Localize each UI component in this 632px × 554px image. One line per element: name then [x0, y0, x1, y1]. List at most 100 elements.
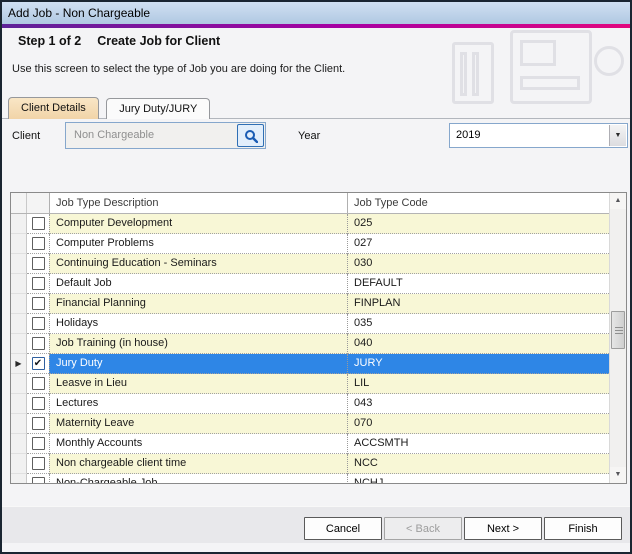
job-type-code-cell[interactable]: NCHJ: [347, 474, 609, 483]
checkbox-icon[interactable]: [32, 437, 45, 450]
add-job-dialog: Add Job - Non Chargeable Step 1 of 2Crea…: [0, 0, 632, 554]
job-type-description-cell[interactable]: Lectures: [49, 394, 347, 414]
job-type-code-cell[interactable]: 030: [347, 254, 609, 274]
job-type-code-cell[interactable]: ACCSMTH: [347, 434, 609, 454]
checkbox-icon[interactable]: [32, 237, 45, 250]
column-header-code[interactable]: Job Type Code: [347, 193, 609, 213]
client-search-button[interactable]: [237, 124, 264, 147]
current-row-indicator-icon: ▶: [11, 354, 27, 374]
binder-icon: [460, 52, 467, 96]
table-row[interactable]: Holidays035: [11, 314, 609, 334]
checkbox-icon[interactable]: [32, 317, 45, 330]
checkbox-icon[interactable]: [32, 477, 45, 483]
table-row[interactable]: Non-Chargeable JobNCHJ: [11, 474, 609, 483]
job-type-code-cell[interactable]: DEFAULT: [347, 274, 609, 294]
row-checkbox-cell[interactable]: [27, 294, 49, 314]
table-row[interactable]: ▶ ✔ Jury DutyJURY: [11, 354, 609, 374]
row-checkbox-cell[interactable]: [27, 454, 49, 474]
row-checkbox-cell[interactable]: [27, 254, 49, 274]
checkbox-icon[interactable]: [32, 397, 45, 410]
checkbox-icon[interactable]: [32, 337, 45, 350]
job-type-description-cell[interactable]: Continuing Education - Seminars: [49, 254, 347, 274]
job-type-description-cell[interactable]: Maternity Leave: [49, 414, 347, 434]
job-type-description-cell[interactable]: Computer Development: [49, 214, 347, 234]
checkbox-icon[interactable]: [32, 217, 45, 230]
job-type-description-cell[interactable]: Financial Planning: [49, 294, 347, 314]
finish-button[interactable]: Finish: [544, 517, 622, 540]
table-row[interactable]: Leasve in LieuLIL: [11, 374, 609, 394]
dialog-content: Step 1 of 2Create Job for Client Use thi…: [2, 28, 630, 552]
job-type-description-cell[interactable]: Non-Chargeable Job: [49, 474, 347, 483]
scrollbar-thumb[interactable]: [611, 311, 625, 349]
row-checkbox-cell[interactable]: [27, 334, 49, 354]
table-row[interactable]: Maternity Leave070: [11, 414, 609, 434]
table-row[interactable]: Financial PlanningFINPLAN: [11, 294, 609, 314]
vertical-scrollbar[interactable]: ▲ ▼: [609, 193, 626, 483]
table-row[interactable]: Continuing Education - Seminars030: [11, 254, 609, 274]
checkbox-icon[interactable]: [32, 377, 45, 390]
client-field[interactable]: Non Chargeable: [65, 122, 266, 149]
job-type-code-cell[interactable]: 035: [347, 314, 609, 334]
job-type-code-cell[interactable]: LIL: [347, 374, 609, 394]
column-header-description[interactable]: Job Type Description: [49, 193, 347, 213]
row-indicator-cell: [11, 474, 27, 483]
job-type-description-cell[interactable]: Holidays: [49, 314, 347, 334]
row-checkbox-cell[interactable]: [27, 214, 49, 234]
job-type-code-cell[interactable]: FINPLAN: [347, 294, 609, 314]
checkbox-icon[interactable]: [32, 417, 45, 430]
job-type-code-cell[interactable]: 025: [347, 214, 609, 234]
row-checkbox-cell[interactable]: [27, 314, 49, 334]
job-type-code-cell[interactable]: NCC: [347, 454, 609, 474]
title-bar[interactable]: Add Job - Non Chargeable: [2, 2, 630, 24]
job-type-code-cell[interactable]: 040: [347, 334, 609, 354]
screen-icon: [520, 40, 556, 66]
cancel-button[interactable]: Cancel: [304, 517, 382, 540]
table-row[interactable]: Default JobDEFAULT: [11, 274, 609, 294]
checkbox-icon[interactable]: [32, 277, 45, 290]
tab-jury-duty[interactable]: Jury Duty/JURY: [106, 98, 210, 119]
row-checkbox-cell[interactable]: [27, 374, 49, 394]
row-checkbox-cell[interactable]: [27, 394, 49, 414]
row-checkbox-cell[interactable]: [27, 474, 49, 483]
job-type-description-cell[interactable]: Computer Problems: [49, 234, 347, 254]
job-type-description-cell[interactable]: Leasve in Lieu: [49, 374, 347, 394]
back-button[interactable]: < Back: [384, 517, 462, 540]
job-type-description-cell[interactable]: Non chargeable client time: [49, 454, 347, 474]
job-type-grid: Job Type Description Job Type Code Compu…: [10, 192, 627, 484]
job-type-description-cell[interactable]: Jury Duty: [49, 354, 347, 374]
row-indicator-cell: [11, 254, 27, 274]
scroll-down-button[interactable]: ▼: [610, 467, 626, 483]
table-row[interactable]: Computer Development025: [11, 214, 609, 234]
job-type-code-cell[interactable]: 070: [347, 414, 609, 434]
row-checkbox-cell[interactable]: [27, 434, 49, 454]
row-checkbox-cell[interactable]: [27, 234, 49, 254]
row-checkbox-cell[interactable]: ✔: [27, 354, 49, 374]
job-type-description-cell[interactable]: Default Job: [49, 274, 347, 294]
arrow-down-icon: ▼: [615, 471, 622, 478]
scroll-up-button[interactable]: ▲: [610, 193, 626, 209]
row-indicator-cell: [11, 454, 27, 474]
next-button[interactable]: Next >: [464, 517, 542, 540]
checkbox-checked-icon[interactable]: ✔: [32, 357, 45, 370]
year-dropdown[interactable]: 2019 ▼: [449, 123, 628, 148]
job-type-code-cell[interactable]: 043: [347, 394, 609, 414]
row-checkbox-cell[interactable]: [27, 414, 49, 434]
clock-icon: [594, 46, 624, 76]
job-type-description-cell[interactable]: Job Training (in house): [49, 334, 347, 354]
job-type-description-cell[interactable]: Monthly Accounts: [49, 434, 347, 454]
row-checkbox-cell[interactable]: [27, 274, 49, 294]
table-row[interactable]: Monthly AccountsACCSMTH: [11, 434, 609, 454]
checkbox-icon[interactable]: [32, 297, 45, 310]
checkbox-icon[interactable]: [32, 457, 45, 470]
tab-client-details[interactable]: Client Details: [8, 97, 99, 119]
job-type-code-cell[interactable]: 027: [347, 234, 609, 254]
dropdown-button[interactable]: ▼: [609, 125, 626, 146]
row-indicator-cell: [11, 334, 27, 354]
table-row[interactable]: Job Training (in house)040: [11, 334, 609, 354]
job-type-code-cell[interactable]: JURY: [347, 354, 609, 374]
table-row[interactable]: Lectures043: [11, 394, 609, 414]
row-indicator-cell: [11, 374, 27, 394]
table-row[interactable]: Non chargeable client timeNCC: [11, 454, 609, 474]
table-row[interactable]: Computer Problems027: [11, 234, 609, 254]
checkbox-icon[interactable]: [32, 257, 45, 270]
